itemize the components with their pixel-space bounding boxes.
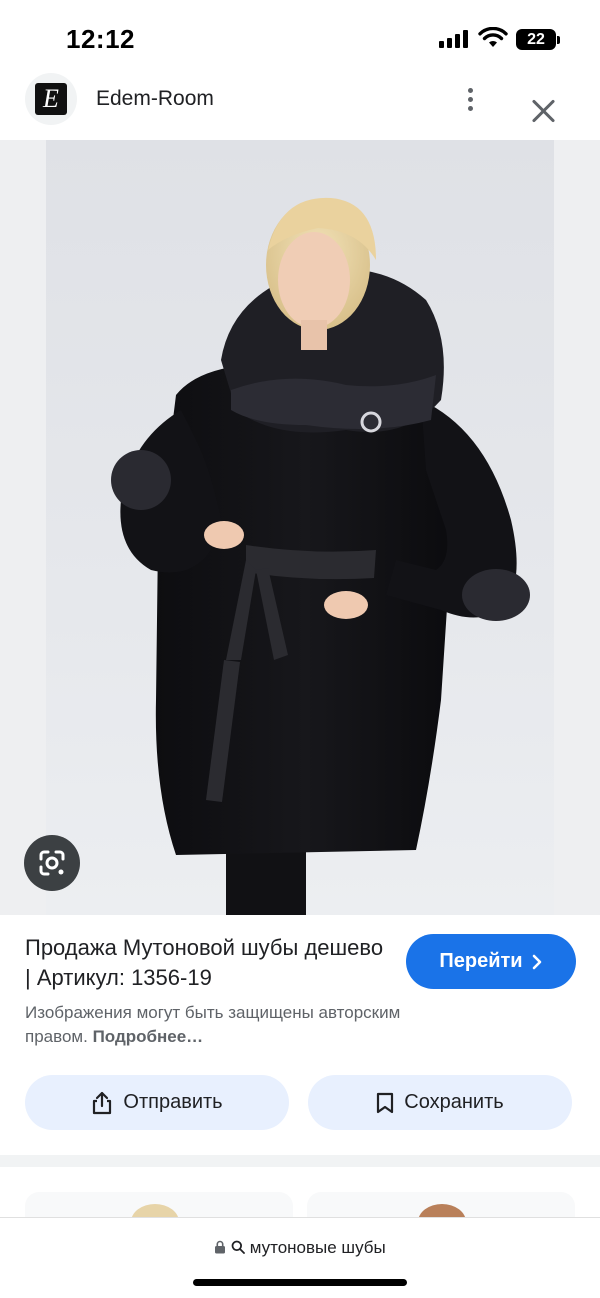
share-icon <box>93 1091 112 1114</box>
result-header: E Edem-Room <box>0 70 600 140</box>
close-icon[interactable] <box>530 98 558 126</box>
save-button-label: Сохранить <box>404 1091 504 1113</box>
search-query: мутоновые шубы <box>249 1238 386 1257</box>
cellular-signal-icon <box>439 30 469 48</box>
browser-address-bar: мутоновые шубы <box>0 1217 600 1298</box>
save-button[interactable]: Сохранить <box>308 1075 572 1130</box>
visit-button-label: Перейти <box>439 950 523 972</box>
google-lens-button[interactable] <box>24 835 80 891</box>
bookmark-icon <box>377 1092 394 1113</box>
lock-icon <box>215 1240 226 1254</box>
battery-indicator: 22 <box>516 29 556 50</box>
google-lens-icon <box>39 850 65 876</box>
chevron-right-icon <box>532 954 541 969</box>
visit-button[interactable]: Перейти <box>406 934 576 989</box>
site-logo-letter: E <box>35 83 67 115</box>
section-divider <box>0 1155 600 1167</box>
more-vert-icon[interactable] <box>459 84 483 114</box>
site-name[interactable]: Edem-Room <box>96 87 214 111</box>
share-button[interactable]: Отправить <box>25 1075 289 1130</box>
status-time: 12:12 <box>66 24 135 54</box>
wifi-icon <box>478 27 508 47</box>
copyright-text: Изображения могут быть защищены авторски… <box>25 1003 401 1046</box>
address-row[interactable]: мутоновые шубы <box>0 1238 600 1258</box>
home-indicator <box>193 1279 407 1286</box>
site-logo[interactable]: E <box>25 73 77 125</box>
learn-more-link[interactable]: Подробнее… <box>93 1027 204 1046</box>
copyright-notice: Изображения могут быть защищены авторски… <box>25 1001 465 1049</box>
result-title[interactable]: Продажа Мутоновой шубы дешево | Артикул:… <box>25 933 385 993</box>
image-viewer <box>0 140 600 915</box>
fur-coat-photo <box>111 197 530 915</box>
status-bar: 12:12 22 <box>0 0 600 70</box>
search-icon <box>231 1240 245 1254</box>
product-image[interactable] <box>46 140 554 915</box>
share-button-label: Отправить <box>123 1091 223 1113</box>
battery-tip <box>557 36 560 44</box>
